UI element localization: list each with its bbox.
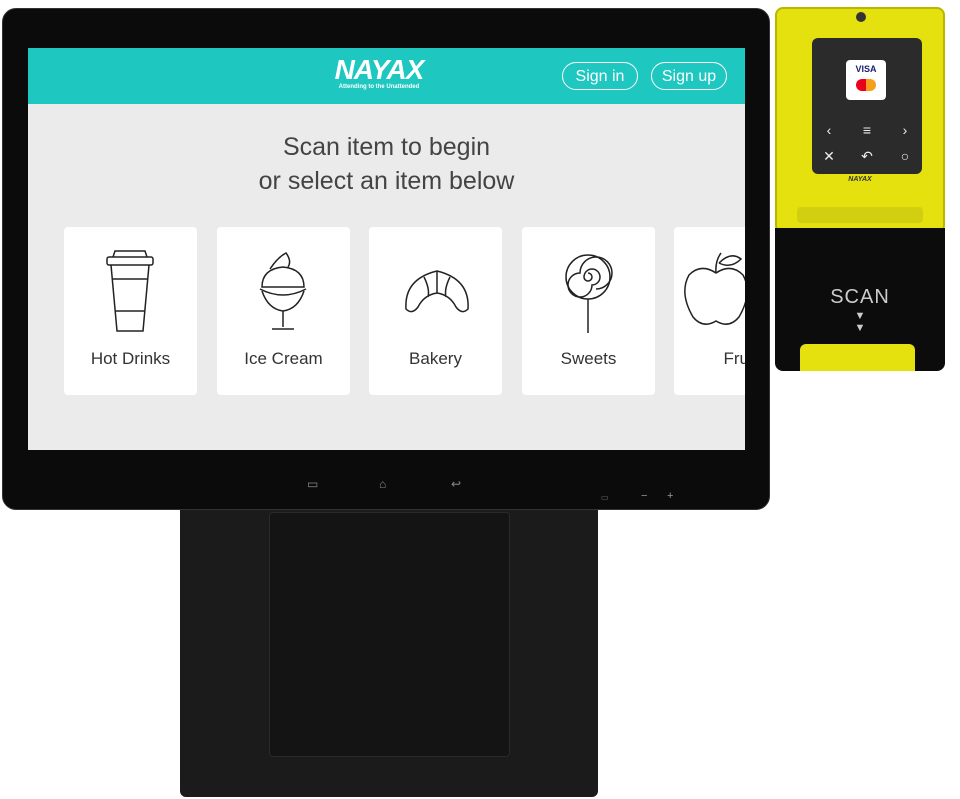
ice-cream-icon: [259, 252, 307, 330]
back-icon[interactable]: ↩: [451, 477, 461, 491]
right-key[interactable]: ›: [890, 122, 920, 138]
apple-icon: [684, 252, 745, 325]
category-fruit[interactable]: Fruit: [674, 227, 745, 395]
nayax-logo: NAYAX Attending to the Unattended: [334, 54, 425, 91]
reader-brand: NAYAX: [848, 176, 872, 183]
monitor: NAYAX Attending to the Unattended Sign i…: [2, 8, 770, 510]
header-bar: NAYAX Attending to the Unattended Sign i…: [28, 48, 745, 104]
croissant-icon: [405, 270, 469, 313]
ok-key[interactable]: ○: [890, 148, 920, 164]
card-reader: VISA ‹ ≡ › ✕ ↶ ○ NAYAX: [775, 7, 945, 230]
left-key[interactable]: ‹: [814, 122, 844, 138]
volume-down-button[interactable]: −: [641, 490, 647, 502]
category-sweets[interactable]: Sweets: [522, 227, 655, 395]
volume-up-button[interactable]: +: [667, 490, 673, 502]
menu-icon[interactable]: ▭: [307, 477, 318, 491]
cancel-key[interactable]: ✕: [814, 148, 844, 165]
payment-cards-icon: VISA: [846, 60, 886, 100]
arrow-down-icon: ▼ ▼: [854, 310, 866, 334]
camera-icon: [856, 12, 866, 22]
kiosk-stand: [180, 505, 598, 797]
scanner: SCAN ▼ ▼: [775, 228, 945, 371]
card-slot: [797, 207, 923, 223]
sign-in-button[interactable]: Sign in: [562, 62, 638, 90]
back-key[interactable]: ↶: [852, 148, 882, 165]
category-bakery[interactable]: Bakery: [369, 227, 502, 395]
page-title: Scan item to begin or select an item bel…: [258, 133, 515, 195]
touch-screen: NAYAX Attending to the Unattended Sign i…: [28, 48, 745, 450]
menu-key[interactable]: ≡: [852, 122, 882, 138]
sign-up-button[interactable]: Sign up: [651, 62, 727, 90]
reader-screen: VISA ‹ ≡ › ✕ ↶ ○: [812, 38, 922, 174]
category-ice-cream[interactable]: Ice Cream: [217, 227, 350, 395]
coffee-cup-icon: [106, 250, 154, 332]
power-icon[interactable]: ▭: [601, 493, 609, 502]
scan-label: SCAN: [830, 286, 890, 308]
category-hot-drinks[interactable]: Hot Drinks: [64, 227, 197, 395]
lollipop-icon: [565, 254, 613, 333]
home-icon[interactable]: ⌂: [379, 477, 386, 491]
stand-panel: [269, 512, 510, 757]
scanner-slot: [800, 344, 915, 371]
